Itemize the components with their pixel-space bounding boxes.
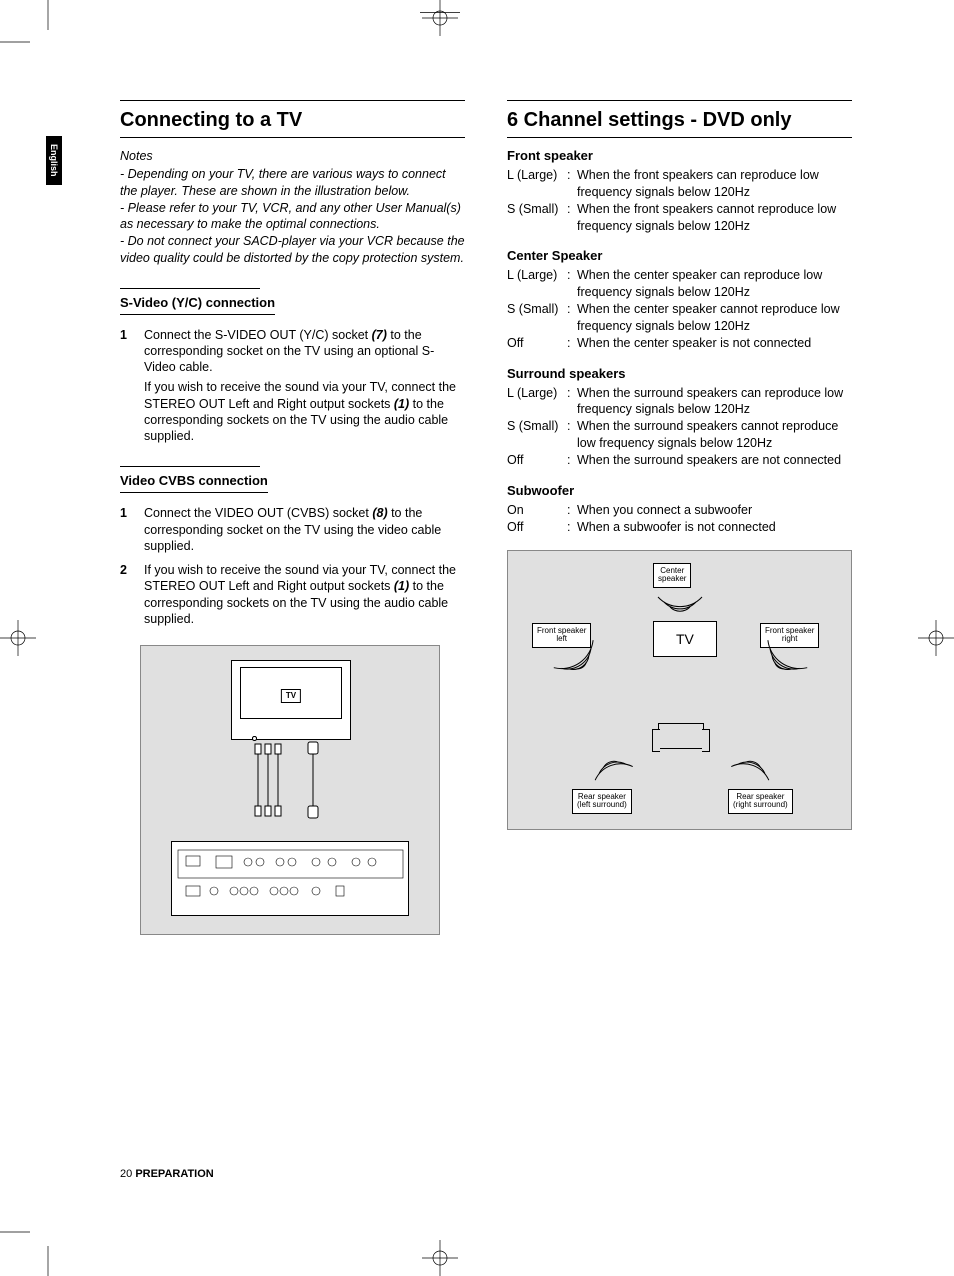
- setting-description: When a subwoofer is not connected: [577, 519, 852, 536]
- setting-row: Off:When the center speaker is not conne…: [507, 335, 852, 352]
- setting-option: L (Large): [507, 167, 567, 201]
- tv-connection-diagram: TV: [140, 645, 440, 935]
- setting-description: When the center speaker cannot reproduce…: [577, 301, 852, 335]
- setting-option: Off: [507, 452, 567, 469]
- setting-row: S (Small):When the front speakers cannot…: [507, 201, 852, 235]
- note-line: - Depending on your TV, there are variou…: [120, 166, 465, 199]
- left-column: Connecting to a TV Notes - Depending on …: [120, 100, 465, 935]
- setting-row: S (Small):When the center speaker cannot…: [507, 301, 852, 335]
- setting-block: Front speaker L (Large):When the front sp…: [507, 148, 852, 234]
- player-icon: [171, 841, 409, 916]
- notes-label: Notes: [120, 148, 465, 164]
- right-column: 6 Channel settings - DVD only Front spea…: [507, 100, 852, 935]
- heading-svideo: S-Video (Y/C) connection: [120, 295, 275, 315]
- setting-description: When the surround speakers can reproduce…: [577, 385, 852, 419]
- setting-row: Off:When a subwoofer is not connected: [507, 519, 852, 536]
- divider: [120, 288, 260, 289]
- setting-title: Surround speakers: [507, 366, 852, 383]
- step-body: If you wish to receive the sound via you…: [144, 562, 465, 627]
- setting-row: L (Large):When the front speakers can re…: [507, 167, 852, 201]
- step-body: Connect the VIDEO OUT (CVBS) socket (8) …: [144, 505, 465, 554]
- setting-title: Center Speaker: [507, 248, 852, 265]
- page-number: 20: [120, 1168, 132, 1180]
- step-number: 1: [120, 505, 132, 554]
- step-body: Connect the S-VIDEO OUT (Y/C) socket (7)…: [144, 327, 465, 445]
- notes-block: Notes - Depending on your TV, there are …: [120, 148, 465, 266]
- speaker-layout-diagram: Centerspeaker Front speakerleft TV Front…: [507, 550, 852, 830]
- setting-title: Front speaker: [507, 148, 852, 165]
- setting-description: When the front speakers cannot reproduce…: [577, 201, 852, 235]
- step: 1 Connect the S-VIDEO OUT (Y/C) socket (…: [120, 327, 465, 445]
- setting-description: When the front speakers can reproduce lo…: [577, 167, 852, 201]
- heading-cvbs: Video CVBS connection: [120, 473, 268, 493]
- note-line: - Do not connect your SACD-player via yo…: [120, 233, 465, 266]
- setting-title: Subwoofer: [507, 483, 852, 500]
- step: 2 If you wish to receive the sound via y…: [120, 562, 465, 627]
- setting-option: S (Small): [507, 301, 567, 335]
- soundwave-icon: [508, 551, 853, 831]
- setting-option: On: [507, 502, 567, 519]
- setting-row: L (Large):When the surround speakers can…: [507, 385, 852, 419]
- section-name: PREPARATION: [135, 1168, 213, 1180]
- setting-option: S (Small): [507, 201, 567, 235]
- language-tab: English: [46, 136, 62, 185]
- heading-connecting: Connecting to a TV: [120, 100, 465, 138]
- note-line: - Please refer to your TV, VCR, and any …: [120, 200, 465, 233]
- setting-description: When the center speaker can reproduce lo…: [577, 267, 852, 301]
- setting-option: S (Small): [507, 418, 567, 452]
- setting-block: Surround speakers L (Large):When the surr…: [507, 366, 852, 469]
- divider: [120, 466, 260, 467]
- step: 1 Connect the VIDEO OUT (CVBS) socket (8…: [120, 505, 465, 554]
- step-number: 1: [120, 327, 132, 445]
- setting-description: When the center speaker is not connected: [577, 335, 852, 352]
- setting-description: When the surround speakers cannot reprod…: [577, 418, 852, 452]
- setting-description: When you connect a subwoofer: [577, 502, 852, 519]
- heading-6channel: 6 Channel settings - DVD only: [507, 100, 852, 138]
- setting-option: Off: [507, 519, 567, 536]
- setting-row: On:When you connect a subwoofer: [507, 502, 852, 519]
- page-body: Connecting to a TV Notes - Depending on …: [120, 100, 880, 1220]
- setting-row: L (Large):When the center speaker can re…: [507, 267, 852, 301]
- page-footer: 20 PREPARATION: [120, 1168, 214, 1180]
- setting-block: Subwoofer On:When you connect a subwoofer…: [507, 483, 852, 536]
- setting-row: S (Small):When the surround speakers can…: [507, 418, 852, 452]
- step-number: 2: [120, 562, 132, 627]
- setting-description: When the surround speakers are not conne…: [577, 452, 852, 469]
- setting-option: Off: [507, 335, 567, 352]
- setting-block: Center Speaker L (Large):When the center …: [507, 248, 852, 351]
- setting-row: Off:When the surround speakers are not c…: [507, 452, 852, 469]
- setting-option: L (Large): [507, 385, 567, 419]
- setting-option: L (Large): [507, 267, 567, 301]
